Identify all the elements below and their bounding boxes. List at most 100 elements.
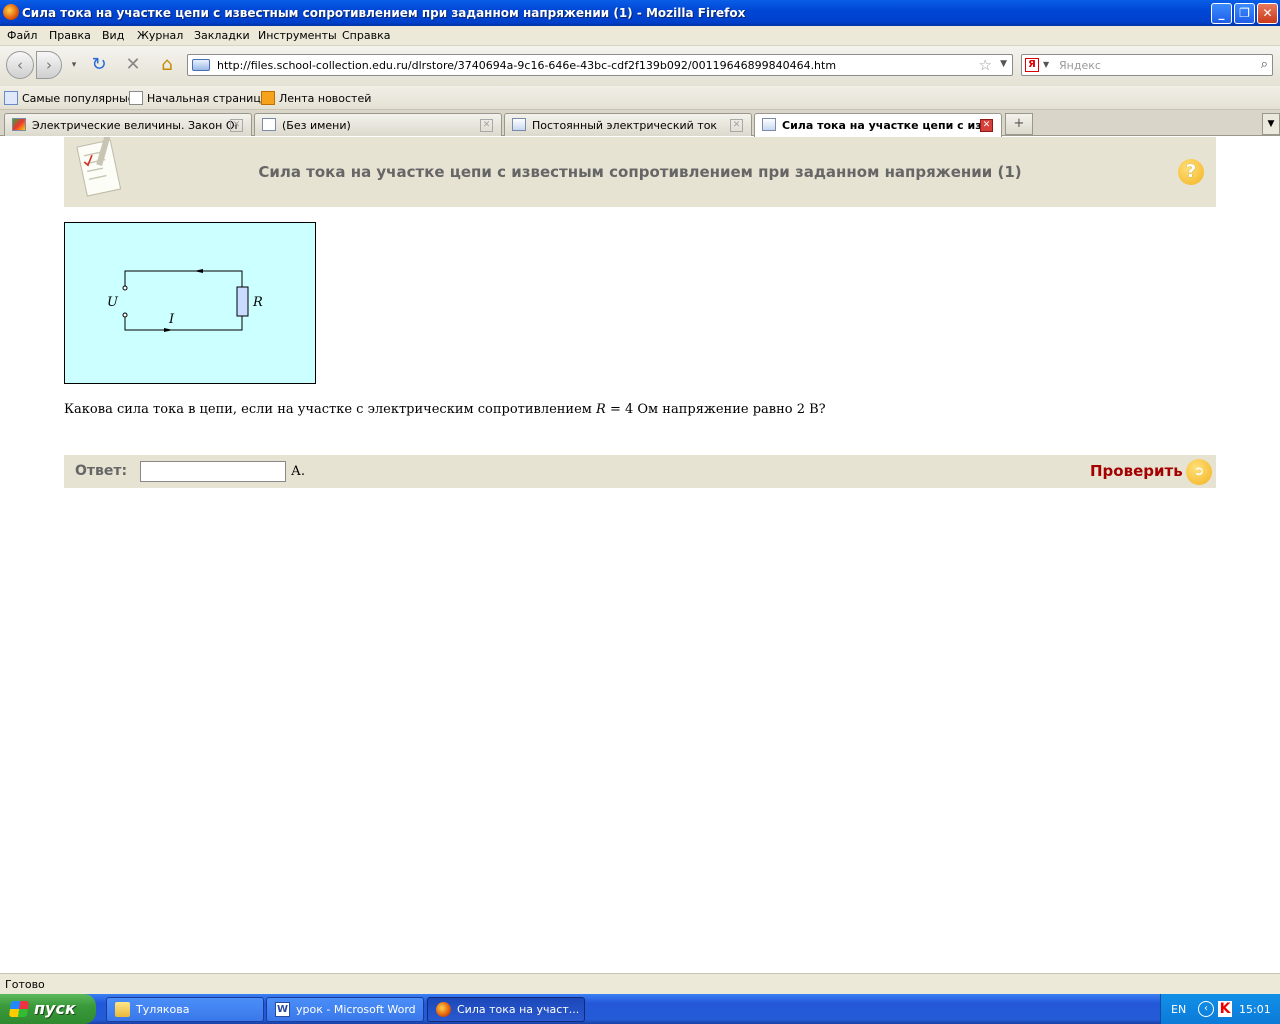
firefox-icon xyxy=(436,1002,451,1017)
bookmark-folder-icon xyxy=(4,91,18,105)
current-arrow-top xyxy=(194,269,203,273)
tab-close-icon[interactable]: ✕ xyxy=(230,119,243,132)
tab-favicon xyxy=(12,118,26,131)
circuit-bottom-wire xyxy=(124,316,243,331)
menu-help[interactable]: Справка xyxy=(342,29,390,42)
tab-close-icon[interactable]: ✕ xyxy=(980,119,993,132)
tab-direct-current[interactable]: Постоянный электрический ток ✕ xyxy=(504,113,752,136)
windows-logo-icon xyxy=(8,1001,30,1017)
tab-untitled[interactable]: (Без имени) ✕ xyxy=(254,113,502,136)
window-title: Сила тока на участке цепи с известным со… xyxy=(22,6,746,20)
circuit-diagram: U R I xyxy=(64,222,316,384)
tab-label: Электрические величины. Закон Ома xyxy=(32,119,237,132)
menu-bar: Файл Правка Вид Журнал Закладки Инструме… xyxy=(0,26,1280,46)
task-folder-tulyakova[interactable]: Тулякова xyxy=(106,997,264,1022)
tab-list-dropdown-icon[interactable]: ▼ xyxy=(1262,113,1280,135)
tab-current-strength[interactable]: Сила тока на участке цепи с из... ✕ xyxy=(754,113,1002,137)
status-text: Готово xyxy=(5,978,45,991)
clock: 15:01 xyxy=(1239,1003,1271,1016)
task-firefox[interactable]: Сила тока на участ... xyxy=(427,997,585,1022)
reload-icon[interactable]: ↻ xyxy=(87,54,111,76)
bookmark-start-page[interactable]: Начальная страница xyxy=(129,91,268,105)
site-identity-icon[interactable] xyxy=(192,59,210,71)
menu-history[interactable]: Журнал xyxy=(137,29,183,42)
status-bar: Готово xyxy=(0,973,1280,994)
word-icon: W xyxy=(275,1002,290,1017)
question-text: Какова сила тока в цепи, если на участке… xyxy=(64,402,826,417)
resistor xyxy=(236,286,249,317)
check-button[interactable]: Проверить xyxy=(1090,462,1183,480)
folder-icon xyxy=(115,1002,130,1017)
forward-button[interactable]: › xyxy=(36,51,62,79)
terminal-top xyxy=(122,285,128,291)
bookmark-label: Лента новостей xyxy=(279,92,372,105)
answer-unit: А. xyxy=(291,464,305,479)
answer-bar: Ответ: А. Проверить ➲ xyxy=(64,455,1216,488)
tab-favicon xyxy=(512,118,526,131)
minimize-button[interactable]: _ xyxy=(1211,3,1232,24)
back-button[interactable]: ‹ xyxy=(6,51,34,79)
tab-bar: Электрические величины. Закон Ома ✕ (Без… xyxy=(0,110,1280,137)
current-arrow-bottom xyxy=(164,328,173,332)
task-label: Сила тока на участ... xyxy=(457,1003,580,1016)
tray-expand-icon[interactable]: ‹ xyxy=(1198,1001,1214,1017)
window-titlebar: Сила тока на участке цепи с известным со… xyxy=(0,0,1280,26)
url-text[interactable]: http://files.school-collection.edu.ru/dl… xyxy=(217,59,836,72)
task-label: Тулякова xyxy=(136,1003,190,1016)
menu-view[interactable]: Вид xyxy=(102,29,124,42)
search-icon[interactable]: ⌕ xyxy=(1261,57,1268,72)
language-indicator[interactable]: EN xyxy=(1171,1003,1186,1016)
maximize-button[interactable]: ❐ xyxy=(1234,3,1255,24)
bookmark-star-icon[interactable]: ☆ xyxy=(979,56,992,74)
bookmark-most-visited[interactable]: Самые популярные xyxy=(4,91,135,105)
bookmark-label: Начальная страница xyxy=(147,92,268,105)
close-button[interactable]: ✕ xyxy=(1257,3,1278,24)
menu-file[interactable]: Файл xyxy=(7,29,37,42)
rss-icon xyxy=(261,91,275,105)
search-placeholder[interactable]: Яндекс xyxy=(1059,59,1101,72)
tab-favicon xyxy=(762,118,776,131)
yandex-engine-icon[interactable]: Я xyxy=(1025,58,1039,72)
bookmark-label: Самые популярные xyxy=(22,92,135,105)
address-bar[interactable]: http://files.school-collection.edu.ru/dl… xyxy=(187,54,1013,76)
tab-electric-quantities[interactable]: Электрические величины. Закон Ома ✕ xyxy=(4,113,252,136)
tab-close-icon[interactable]: ✕ xyxy=(480,119,493,132)
question-end: = 4 Ом напряжение равно 2 В? xyxy=(605,402,826,417)
answer-input[interactable] xyxy=(140,461,286,482)
menu-edit[interactable]: Правка xyxy=(49,29,91,42)
page-title: Сила тока на участке цепи с известным со… xyxy=(258,163,1022,181)
question-variable: R xyxy=(596,402,606,417)
label-u: U xyxy=(107,295,119,310)
url-dropdown-icon[interactable]: ▼ xyxy=(1000,59,1007,69)
tab-close-icon[interactable]: ✕ xyxy=(730,119,743,132)
new-tab-button[interactable]: + xyxy=(1005,113,1033,135)
tab-label: Постоянный электрический ток xyxy=(532,119,718,132)
page-icon xyxy=(129,91,143,105)
exercise-header: Сила тока на участке цепи с известным со… xyxy=(64,137,1216,207)
home-icon[interactable]: ⌂ xyxy=(155,54,179,76)
history-dropdown-icon[interactable]: ▾ xyxy=(62,54,86,76)
firefox-icon xyxy=(3,4,19,20)
tab-label: (Без имени) xyxy=(282,119,351,132)
bookmarks-toolbar: Самые популярные Начальная страница Лент… xyxy=(0,86,1280,110)
menu-bookmarks[interactable]: Закладки xyxy=(194,29,250,42)
search-box[interactable]: Я ▼ Яндекс ⌕ xyxy=(1021,54,1273,76)
task-label: урок - Microsoft Word xyxy=(296,1003,416,1016)
task-word[interactable]: W урок - Microsoft Word xyxy=(266,997,424,1022)
menu-tools[interactable]: Инструменты xyxy=(258,29,337,42)
bookmark-news-feed[interactable]: Лента новостей xyxy=(261,91,371,105)
stop-icon[interactable]: ✕ xyxy=(121,54,145,76)
terminal-bottom xyxy=(122,312,128,318)
label-i: I xyxy=(168,312,175,327)
circuit-top-wire xyxy=(124,270,243,287)
circuit-svg: U R I xyxy=(107,269,263,332)
start-button[interactable]: пуск xyxy=(0,994,96,1024)
help-button[interactable]: ? xyxy=(1178,159,1204,185)
kaspersky-icon[interactable]: K xyxy=(1218,1001,1232,1017)
page-icon xyxy=(262,118,276,131)
tab-label: Сила тока на участке цепи с из... xyxy=(782,119,987,132)
question-start: Какова сила тока в цепи, если на участке… xyxy=(64,402,597,417)
engine-dropdown-icon[interactable]: ▼ xyxy=(1043,60,1049,69)
check-arrow-icon[interactable]: ➲ xyxy=(1186,459,1212,485)
system-tray: EN ‹ K 15:01 xyxy=(1160,994,1280,1024)
